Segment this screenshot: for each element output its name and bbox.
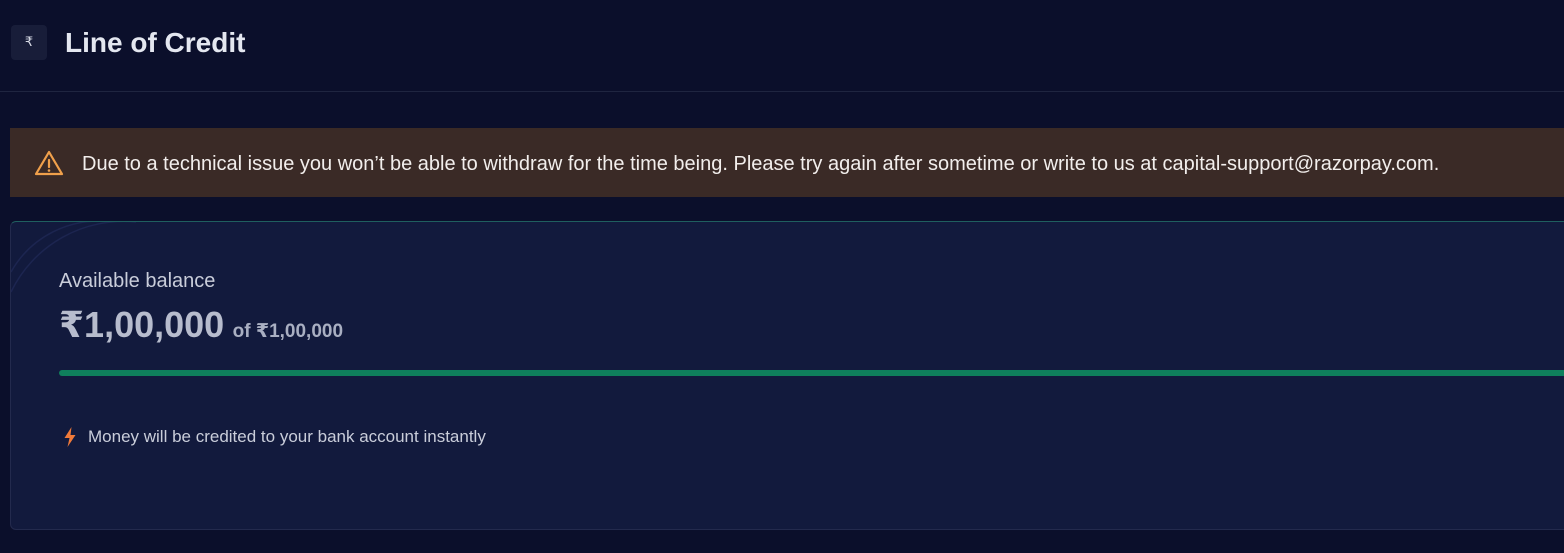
rupee-icon: ₹ xyxy=(11,25,47,60)
balance-amount-row: ₹1,00,000 of ₹1,00,000 xyxy=(59,302,343,348)
credit-limit-total: of ₹1,00,000 xyxy=(232,321,344,342)
card-decoration xyxy=(11,222,136,293)
page-title: Line of Credit xyxy=(65,27,246,58)
balance-card: Available balance ₹1,00,000 of ₹1,00,000… xyxy=(10,221,1564,530)
warning-icon xyxy=(34,150,64,176)
available-balance-label: Available balance xyxy=(59,270,216,292)
lightning-bolt-icon xyxy=(64,427,76,447)
instant-credit-text: Money will be credited to your bank acco… xyxy=(88,427,486,446)
instant-credit-info: Money will be credited to your bank acco… xyxy=(63,426,486,448)
available-balance-amount: ₹1,00,000 xyxy=(59,304,225,345)
warning-alert-banner: Due to a technical issue you won’t be ab… xyxy=(10,128,1564,197)
balance-progress-fill xyxy=(59,370,1564,376)
page: ₹ Line of Credit Due to a technical issu… xyxy=(0,0,1564,553)
balance-progress-bar xyxy=(59,370,1564,376)
page-header: ₹ Line of Credit xyxy=(0,0,1564,92)
alert-message: Due to a technical issue you won’t be ab… xyxy=(82,153,1440,175)
